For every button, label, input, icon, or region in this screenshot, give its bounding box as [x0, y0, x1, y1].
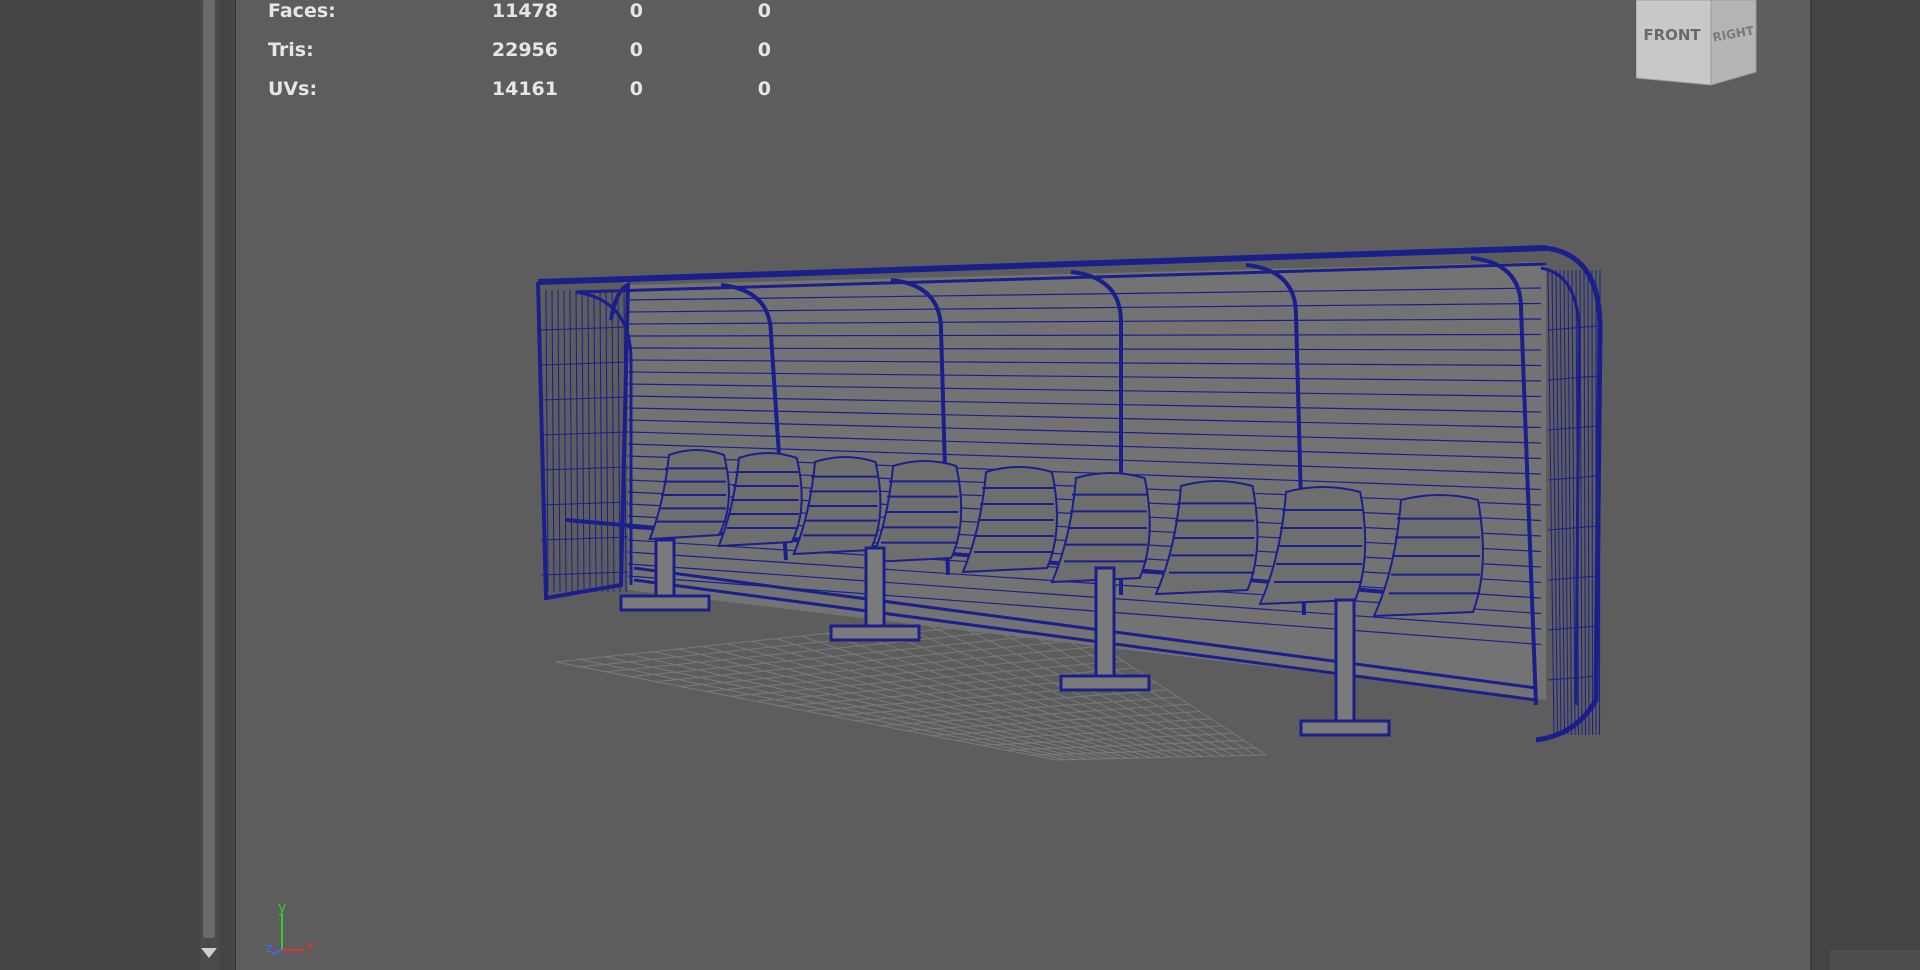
end-mesh-line — [540, 466, 629, 471]
end-mesh-line — [540, 431, 629, 436]
end-mesh-line — [1547, 325, 1599, 331]
axis-gizmo-icon: y x z — [266, 900, 314, 955]
end-mesh-line — [1571, 269, 1576, 736]
end-mesh-line — [540, 501, 629, 506]
end-mesh-line — [569, 289, 573, 593]
end-mesh-line — [1547, 625, 1599, 631]
end-mesh-line — [540, 361, 629, 366]
wireframe-mesh — [536, 245, 1603, 743]
end-mesh-line — [551, 289, 555, 593]
bench-leg — [1094, 566, 1116, 682]
bench-foot — [829, 624, 921, 642]
scroll-down-arrow-icon[interactable] — [201, 948, 217, 958]
bench-leg — [1334, 598, 1356, 727]
bench-foot — [1059, 674, 1151, 692]
end-mesh-line — [1583, 269, 1586, 736]
end-mesh-line — [540, 326, 629, 331]
end-mesh-line — [605, 289, 609, 593]
end-mesh-line — [1547, 675, 1599, 681]
x-axis-label: x — [306, 938, 314, 954]
bench-leg — [654, 538, 676, 602]
scrollbar-thumb[interactable] — [203, 0, 215, 938]
end-mesh-line — [1591, 269, 1593, 736]
bench-foot — [1299, 719, 1391, 737]
viewcube-front-label: FRONT — [1643, 26, 1701, 44]
end-mesh-line — [593, 289, 597, 593]
end-mesh-line — [563, 289, 567, 593]
z-axis-line — [271, 949, 283, 955]
bench-leg — [864, 546, 886, 632]
end-mesh-line — [581, 289, 585, 593]
end-mesh-line — [557, 289, 561, 593]
3d-viewport[interactable]: Faces: 11478 0 0 Tris: 22956 0 0 UVs: 14… — [236, 0, 1812, 970]
y-axis-label: y — [278, 900, 286, 916]
dugout-bench-wireframe[interactable] — [236, 0, 1810, 970]
z-axis-label: z — [266, 941, 272, 955]
end-mesh-line — [587, 289, 591, 593]
end-mesh-line — [611, 289, 615, 593]
panel-divider[interactable] — [220, 0, 236, 970]
bench-foot — [619, 594, 711, 612]
right-panel — [1812, 0, 1920, 970]
grid-line — [1055, 754, 1267, 761]
end-mesh-line — [540, 396, 629, 401]
end-mesh-line — [575, 289, 579, 593]
viewcube[interactable]: FRONT RIGHT — [1636, 0, 1776, 100]
end-mesh-line — [617, 289, 621, 593]
end-mesh-line — [1579, 269, 1583, 736]
end-mesh-line — [599, 289, 603, 593]
end-mesh-line — [1567, 269, 1572, 736]
end-mesh-line — [1587, 269, 1590, 736]
end-mesh-line — [1563, 269, 1569, 736]
left-panel — [0, 0, 198, 970]
end-mesh-line — [1599, 269, 1601, 736]
corner-block — [1830, 950, 1920, 970]
